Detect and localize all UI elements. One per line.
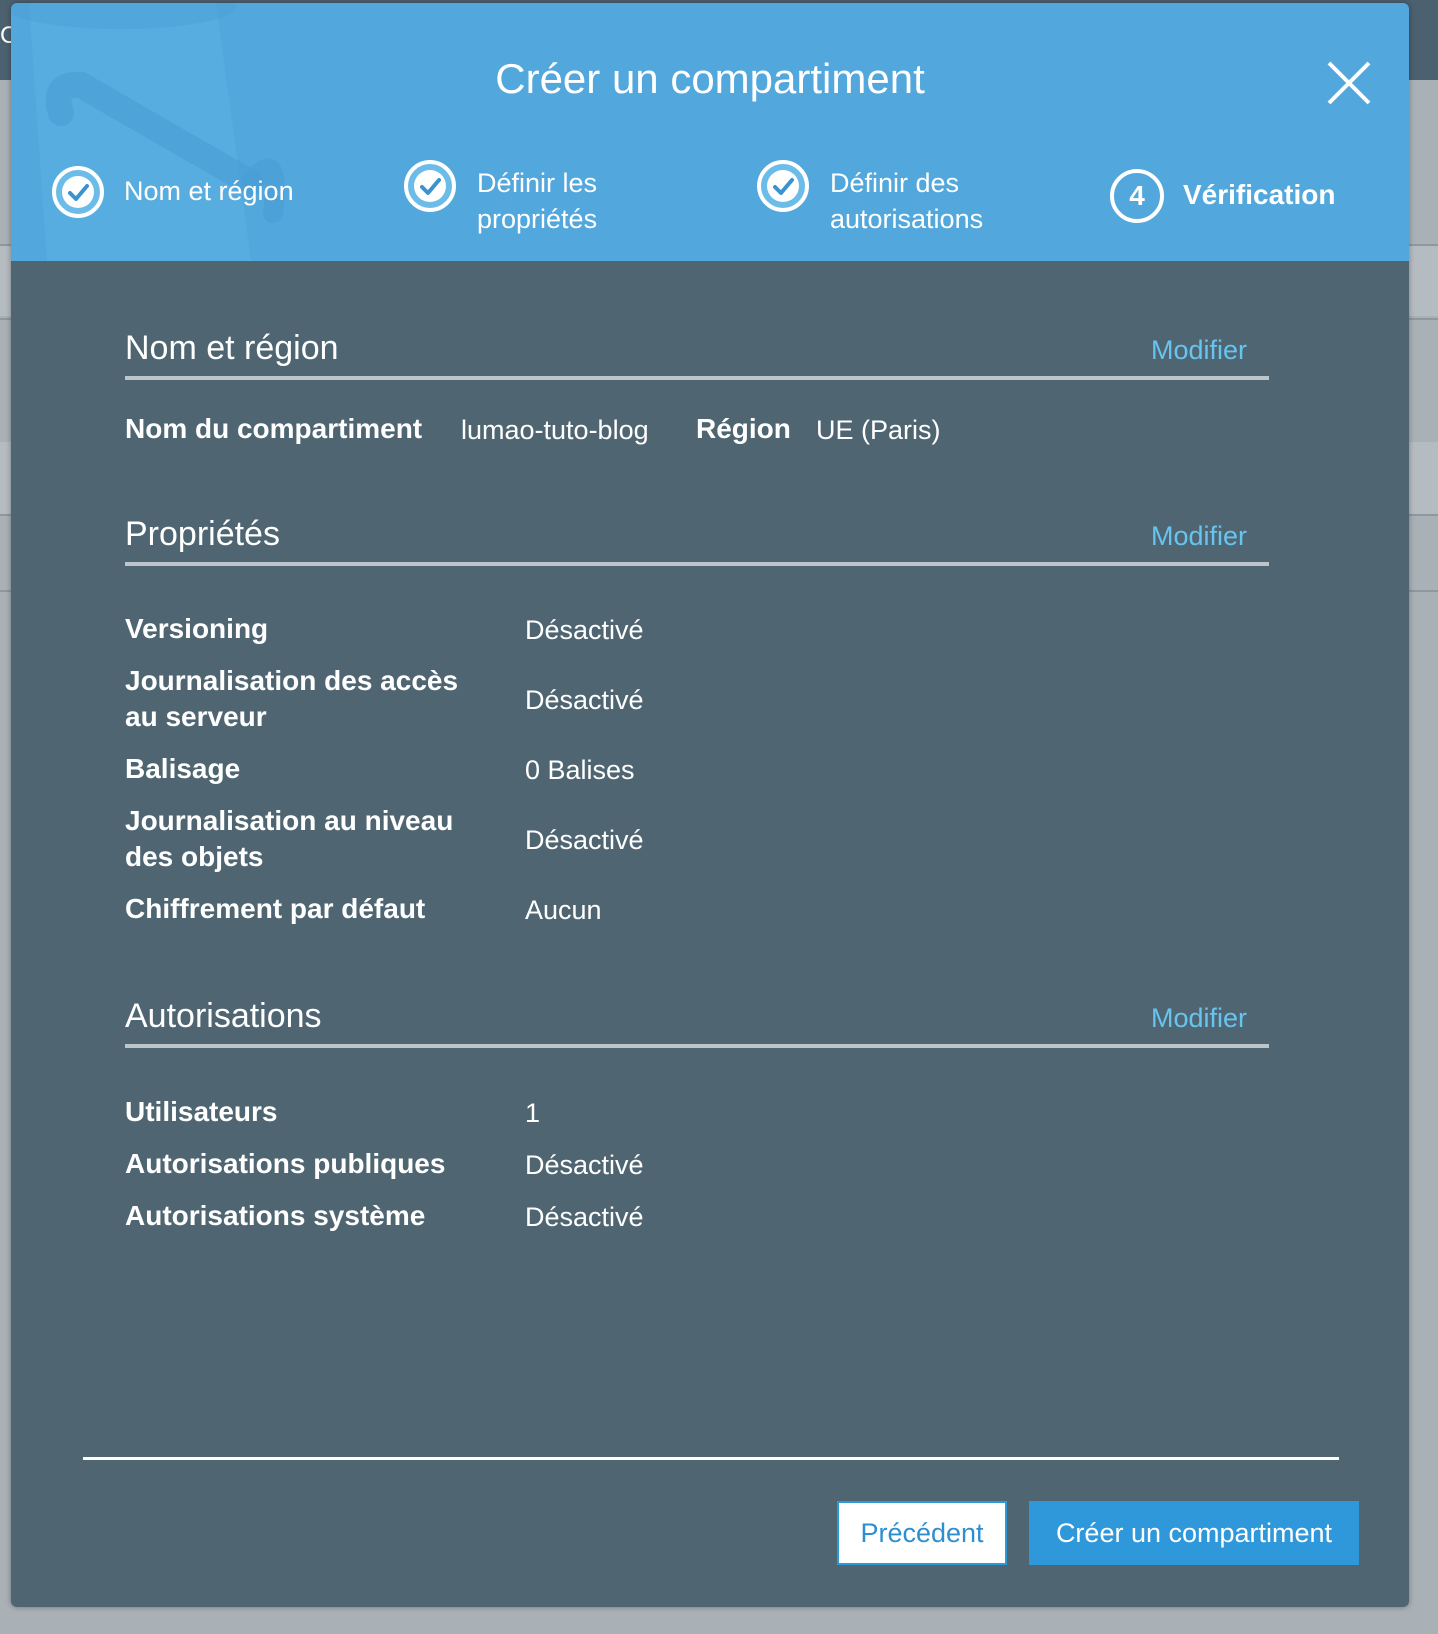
- section-header-properties: Propriétés Modifier: [125, 512, 1269, 566]
- object-level-logging-label-line1: Journalisation au niveau: [125, 805, 454, 836]
- wizard-step-label-line2: propriétés: [477, 204, 598, 234]
- wizard-step-label: Vérification: [1183, 179, 1336, 210]
- region-value: UE (Paris): [816, 415, 941, 445]
- region-label: Région: [696, 413, 791, 444]
- bucket-name-label: Nom du compartiment: [125, 413, 423, 444]
- section-header-permissions: Autorisations Modifier: [125, 994, 1269, 1048]
- wizard-step-label-line1: Définir les: [477, 168, 598, 198]
- bucket-name-value: lumao-tuto-blog: [461, 415, 649, 445]
- dialog-title: Créer un compartiment: [495, 55, 925, 102]
- section-header-name-region: Nom et région Modifier: [125, 326, 1269, 380]
- footer-divider: [83, 1457, 1339, 1460]
- public-permissions-label: Autorisations publiques: [125, 1148, 446, 1179]
- object-level-logging-value: Désactivé: [525, 825, 644, 855]
- server-access-logging-value: Désactivé: [525, 685, 644, 715]
- system-permissions-label: Autorisations système: [125, 1200, 426, 1231]
- close-button[interactable]: [1323, 57, 1375, 109]
- object-level-logging-label-line2: des objets: [125, 841, 264, 872]
- wizard-step-label: Nom et région: [124, 176, 294, 206]
- system-permissions-value: Désactivé: [525, 1202, 644, 1232]
- modify-permissions-link[interactable]: Modifier: [1151, 998, 1247, 1038]
- bucket-illustration: [11, 3, 285, 261]
- wizard-step-label-line1: Définir des: [830, 168, 960, 198]
- versioning-label: Versioning: [125, 613, 269, 644]
- section-title: Autorisations: [125, 997, 322, 1035]
- default-encryption-value: Aucun: [525, 895, 602, 925]
- check-circle-icon: [404, 160, 456, 212]
- default-encryption-label: Chiffrement par défaut: [125, 893, 426, 924]
- check-circle-icon: [52, 166, 104, 218]
- users-label: Utilisateurs: [125, 1096, 278, 1127]
- wizard-step-label-line2: autorisations: [830, 204, 984, 234]
- section-title: Propriétés: [125, 515, 280, 553]
- previous-button[interactable]: Précédent: [837, 1501, 1007, 1565]
- users-value: 1: [525, 1098, 541, 1128]
- modify-properties-link[interactable]: Modifier: [1151, 516, 1247, 556]
- close-icon: [1327, 61, 1371, 105]
- dialog-header: Créer un compartiment Nom et région Défi…: [11, 3, 1409, 261]
- server-access-logging-label-line1: Journalisation des accès: [125, 665, 459, 696]
- tagging-value: 0 Balises: [525, 755, 635, 785]
- public-permissions-value: Désactivé: [525, 1150, 644, 1180]
- create-bucket-button[interactable]: Créer un compartiment: [1029, 1501, 1359, 1565]
- step-number: 4: [1129, 180, 1145, 211]
- check-circle-icon: [757, 160, 809, 212]
- tagging-label: Balisage: [125, 753, 241, 784]
- server-access-logging-label-line2: au serveur: [125, 701, 267, 732]
- modify-name-region-link[interactable]: Modifier: [1151, 330, 1247, 370]
- create-bucket-dialog: Créer un compartiment Nom et région Défi…: [11, 3, 1409, 1607]
- section-title: Nom et région: [125, 329, 339, 367]
- versioning-value: Désactivé: [525, 615, 644, 645]
